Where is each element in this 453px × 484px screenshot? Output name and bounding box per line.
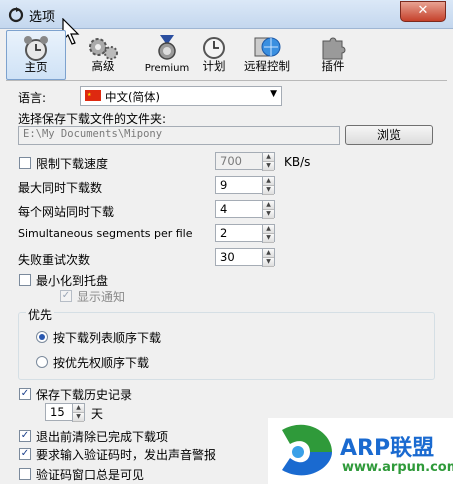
tab-schedule-label: 计划 <box>202 59 226 73</box>
settings-toolbar: 主页 高级 Premium 计划 远程控制 插件 <box>6 30 447 80</box>
clear-completed-checkbox[interactable]: ✓ <box>19 430 31 442</box>
tab-advanced[interactable]: 高级 <box>74 30 132 78</box>
puzzle-icon <box>322 37 346 60</box>
clock-icon <box>203 37 225 59</box>
clear-completed-label: 退出前清除已完成下载项 <box>36 430 169 444</box>
speed-limit-value: 700 <box>220 154 242 168</box>
window-title: 选项 <box>29 10 56 25</box>
watermark-brand: ARP联盟 <box>340 436 435 461</box>
save-history-label: 保存下载历史记录 <box>36 388 133 402</box>
china-flag-icon: ★ <box>85 90 101 101</box>
history-days-field[interactable]: 15 ▲ ▼ <box>45 403 85 422</box>
tab-plugins[interactable]: 插件 <box>304 30 362 78</box>
segments-field[interactable]: 2 ▲ ▼ <box>215 224 275 243</box>
download-folder-path: E:\My Documents\Mipony <box>18 126 340 145</box>
close-button[interactable]: ✕ <box>400 1 446 22</box>
retries-spinner[interactable]: ▲ ▼ <box>262 249 274 267</box>
tab-premium[interactable]: Premium <box>138 30 196 78</box>
history-days-value: 15 <box>50 405 65 419</box>
tab-premium-label: Premium <box>144 63 190 74</box>
show-notification-checkbox[interactable]: ✓ <box>60 290 72 302</box>
close-icon: ✕ <box>417 3 429 18</box>
priority-group-title: 优先 <box>26 306 55 323</box>
tab-home[interactable]: 主页 <box>6 30 66 80</box>
options-app-icon <box>8 7 24 23</box>
retries-label: 失败重试次数 <box>18 253 91 267</box>
tab-remote-control[interactable]: 远程控制 <box>238 30 296 78</box>
minimize-tray-label: 最小化到托盘 <box>36 274 109 288</box>
priority-rank-order-label: 按优先权顺序下载 <box>53 356 150 370</box>
limit-speed-label: 限制下载速度 <box>36 157 109 171</box>
tab-plugins-label: 插件 <box>321 59 345 73</box>
captcha-visible-checkbox[interactable] <box>19 468 31 480</box>
alarm-clock-icon <box>24 36 48 61</box>
max-downloads-field[interactable]: 9 ▲ ▼ <box>215 176 275 195</box>
captcha-visible-label: 验证码窗口总是可见 <box>36 468 145 482</box>
watermark-overlay: ARP联盟 www.arpun.com <box>268 418 453 484</box>
priority-list-order-radio[interactable] <box>36 331 48 343</box>
svg-text:★: ★ <box>87 92 92 98</box>
remote-globe-icon <box>254 37 281 57</box>
speed-limit-field[interactable]: 700 ▲ ▼ <box>215 152 275 171</box>
save-history-checkbox[interactable]: ✓ <box>19 388 31 400</box>
max-downloads-spinner[interactable]: ▲ ▼ <box>262 177 274 195</box>
per-site-spinner[interactable]: ▲ ▼ <box>262 201 274 219</box>
tab-remote-control-label: 远程控制 <box>244 59 290 73</box>
chevron-down-icon: ▼ <box>270 89 277 99</box>
medal-icon <box>158 35 176 60</box>
history-days-unit: 天 <box>91 407 104 421</box>
captcha-sound-label: 要求输入验证码时，发出声音警报 <box>36 448 217 462</box>
language-select-value: 中文(简体) <box>105 90 160 104</box>
gears-icon <box>89 38 118 60</box>
max-downloads-label: 最大同时下载数 <box>18 181 103 195</box>
limit-speed-checkbox[interactable] <box>19 157 31 169</box>
segments-spinner[interactable]: ▲ ▼ <box>262 225 274 243</box>
speed-unit-label: KB/s <box>284 155 311 169</box>
retries-field[interactable]: 30 ▲ ▼ <box>215 248 275 267</box>
tab-advanced-label: 高级 <box>91 59 115 73</box>
priority-rank-order-radio[interactable] <box>36 356 48 368</box>
per-site-value: 4 <box>220 202 228 216</box>
segments-value: 2 <box>220 226 228 240</box>
browse-button[interactable]: 浏览 <box>345 125 433 145</box>
retries-value: 30 <box>220 250 235 264</box>
history-days-spinner[interactable]: ▲ ▼ <box>72 404 84 422</box>
language-label: 语言: <box>18 91 47 105</box>
tab-schedule[interactable]: 计划 <box>192 30 236 78</box>
arp-logo-icon <box>282 424 332 476</box>
download-folder-label: 选择保存下载文件的文件夹: <box>18 112 167 126</box>
tab-home-label: 主页 <box>24 60 48 74</box>
priority-list-order-label: 按下载列表顺序下载 <box>53 331 162 345</box>
speed-spinner[interactable]: ▲ ▼ <box>262 153 274 171</box>
minimize-tray-checkbox[interactable] <box>19 274 31 286</box>
captcha-sound-checkbox[interactable]: ✓ <box>19 448 31 460</box>
per-site-label: 每个网站同时下载 <box>18 205 115 219</box>
show-notification-label: 显示通知 <box>77 290 126 304</box>
toolbar-divider <box>6 80 447 81</box>
max-downloads-value: 9 <box>220 178 228 192</box>
segments-label: Simultaneous segments per file <box>18 227 193 240</box>
language-select[interactable]: ★ 中文(简体) ▼ <box>80 86 282 106</box>
per-site-field[interactable]: 4 ▲ ▼ <box>215 200 275 219</box>
watermark-url: www.arpun.com <box>342 460 453 475</box>
